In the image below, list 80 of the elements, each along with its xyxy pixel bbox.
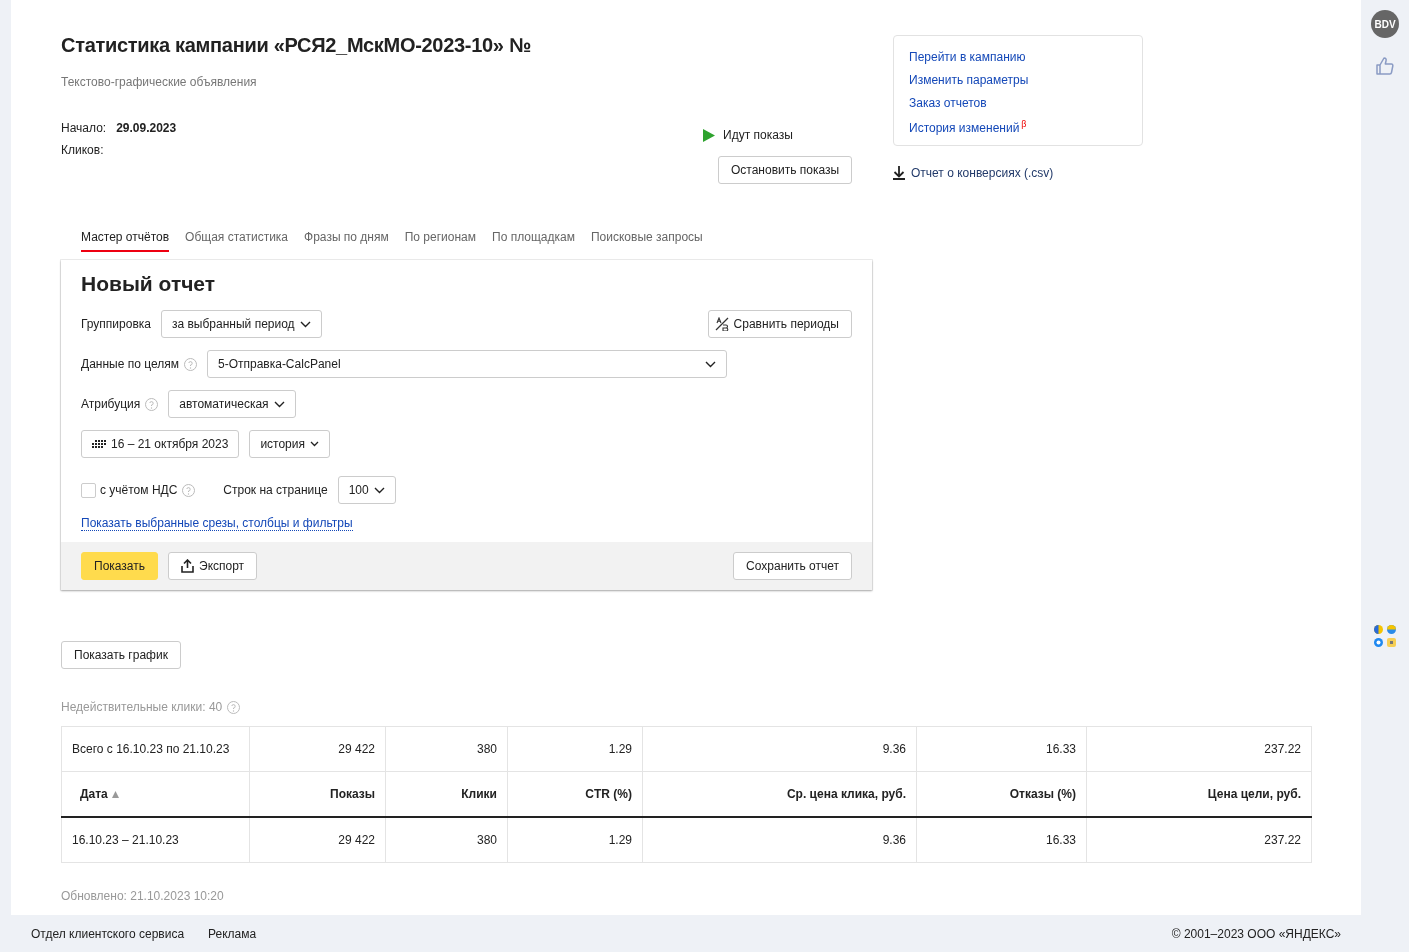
help-icon[interactable] [227, 700, 241, 714]
report-tab[interactable]: По площадкам [492, 230, 575, 252]
rows-per-page-dropdown[interactable]: 100 [337, 476, 396, 504]
start-date: 29.09.2023 [116, 121, 177, 137]
total-cell: 380 [385, 726, 508, 772]
date-range-picker[interactable]: 16 – 21 октября 2023 [81, 430, 240, 458]
avatar-badge[interactable]: BDV [1371, 10, 1399, 38]
show-button[interactable]: Показать [81, 552, 158, 580]
total-cell: 1.29 [507, 726, 643, 772]
calendar-icon [92, 439, 106, 449]
total-cell: 16.33 [916, 726, 1087, 772]
period-mode-dropdown[interactable]: история [249, 430, 330, 458]
column-header[interactable]: Отказы (%) [916, 771, 1087, 817]
rows-per-page-label: Строк на странице [223, 483, 328, 497]
chevron-down-icon [310, 441, 319, 447]
help-icon[interactable] [182, 483, 196, 497]
grouping-dropdown[interactable]: за выбранный период [161, 310, 322, 338]
campaign-link[interactable]: Изменить параметры [909, 73, 1127, 87]
save-report-button[interactable]: Сохранить отчет [733, 552, 852, 580]
export-button[interactable]: Экспорт [168, 552, 258, 580]
footer-link[interactable]: Реклама [208, 926, 257, 941]
total-cell: 29 422 [249, 726, 386, 772]
compare-periods-button[interactable]: Сравнить периоды [707, 310, 852, 338]
chevron-down-icon [299, 320, 311, 328]
copyright-text: © 2001–2023 ООО «ЯНДЕКС» [1171, 926, 1341, 941]
help-icon[interactable] [183, 357, 197, 371]
table-cell: 237.22 [1086, 817, 1312, 863]
column-header[interactable]: Цена цели, руб. [1086, 771, 1312, 817]
vat-checkbox[interactable] [81, 482, 96, 498]
total-cell: 237.22 [1086, 726, 1312, 772]
show-filters-link[interactable]: Показать выбранные срезы, столбцы и фильтры [81, 516, 353, 531]
chevron-down-icon [273, 400, 285, 408]
campaign-link[interactable]: Перейти в кампанию [909, 50, 1127, 64]
table-cell: 29 422 [249, 817, 386, 863]
updated-text: Обновлено: 21.10.2023 10:20 [61, 889, 225, 903]
download-icon [893, 166, 905, 180]
campaign-link[interactable]: Заказ отчетов [909, 96, 1127, 110]
report-title: Новый отчет [81, 272, 217, 296]
upload-icon [181, 559, 194, 573]
show-chart-button[interactable]: Показать график [61, 641, 181, 669]
total-cell: Всего с 16.10.23 по 21.10.23 [61, 726, 250, 772]
table-cell: 380 [385, 817, 508, 863]
table-cell: 1.29 [507, 817, 643, 863]
compare-icon [714, 317, 729, 331]
report-tab[interactable]: По регионам [404, 230, 477, 252]
column-header[interactable]: Ср. цена клика, руб. [642, 771, 917, 817]
column-header[interactable]: CTR (%) [507, 771, 643, 817]
table-cell: 16.33 [916, 817, 1087, 863]
campaign-link[interactable]: История изменений $^{β}$ [909, 119, 1127, 135]
stop-button[interactable]: Остановить показы [718, 156, 853, 184]
goals-label: Данные по целям [81, 357, 179, 371]
status-text: Идут показы [723, 128, 793, 142]
attribution-dropdown[interactable]: автоматическая [168, 390, 296, 418]
report-tab[interactable]: Поисковые запросы [590, 230, 703, 252]
report-tab[interactable]: Фразы по дням [304, 230, 389, 252]
grouping-label: Группировка [81, 317, 151, 331]
column-header[interactable]: Показы [249, 771, 386, 817]
help-icon[interactable] [145, 397, 159, 411]
report-tab[interactable]: Общая статистика [185, 230, 289, 252]
column-header[interactable]: Дата [61, 771, 250, 817]
clicks-label: Кликов: [61, 143, 104, 159]
sort-arrow-icon [111, 791, 119, 798]
vat-label: с учётом НДС [100, 483, 178, 497]
footer-link[interactable]: Отдел клиентского сервиса [31, 926, 185, 941]
column-header[interactable]: Клики [385, 771, 508, 817]
page-title: Статистика кампании «РСЯ2_МскМО-2023-10» № [61, 34, 532, 57]
thumbs-up-icon[interactable] [1375, 56, 1395, 76]
invalid-clicks-text: Недействительные клики: 40 [61, 700, 223, 714]
apps-icon[interactable] [1373, 624, 1397, 648]
conversions-link[interactable]: Отчет о конверсиях (.csv) [911, 166, 1054, 180]
campaign-type: Текстово-графические объявления [61, 75, 258, 89]
report-tab[interactable]: Мастер отчётов [81, 230, 170, 252]
table-cell: 16.10.23 – 21.10.23 [61, 817, 250, 863]
chevron-down-icon [373, 486, 385, 494]
total-cell: 9.36 [642, 726, 917, 772]
attribution-label: Атрибуция [81, 397, 141, 411]
chevron-down-icon [704, 360, 716, 368]
table-cell: 9.36 [642, 817, 917, 863]
goals-dropdown[interactable]: 5-Отправка-CalcPanel [206, 350, 727, 378]
start-label: Начало: [61, 121, 107, 137]
